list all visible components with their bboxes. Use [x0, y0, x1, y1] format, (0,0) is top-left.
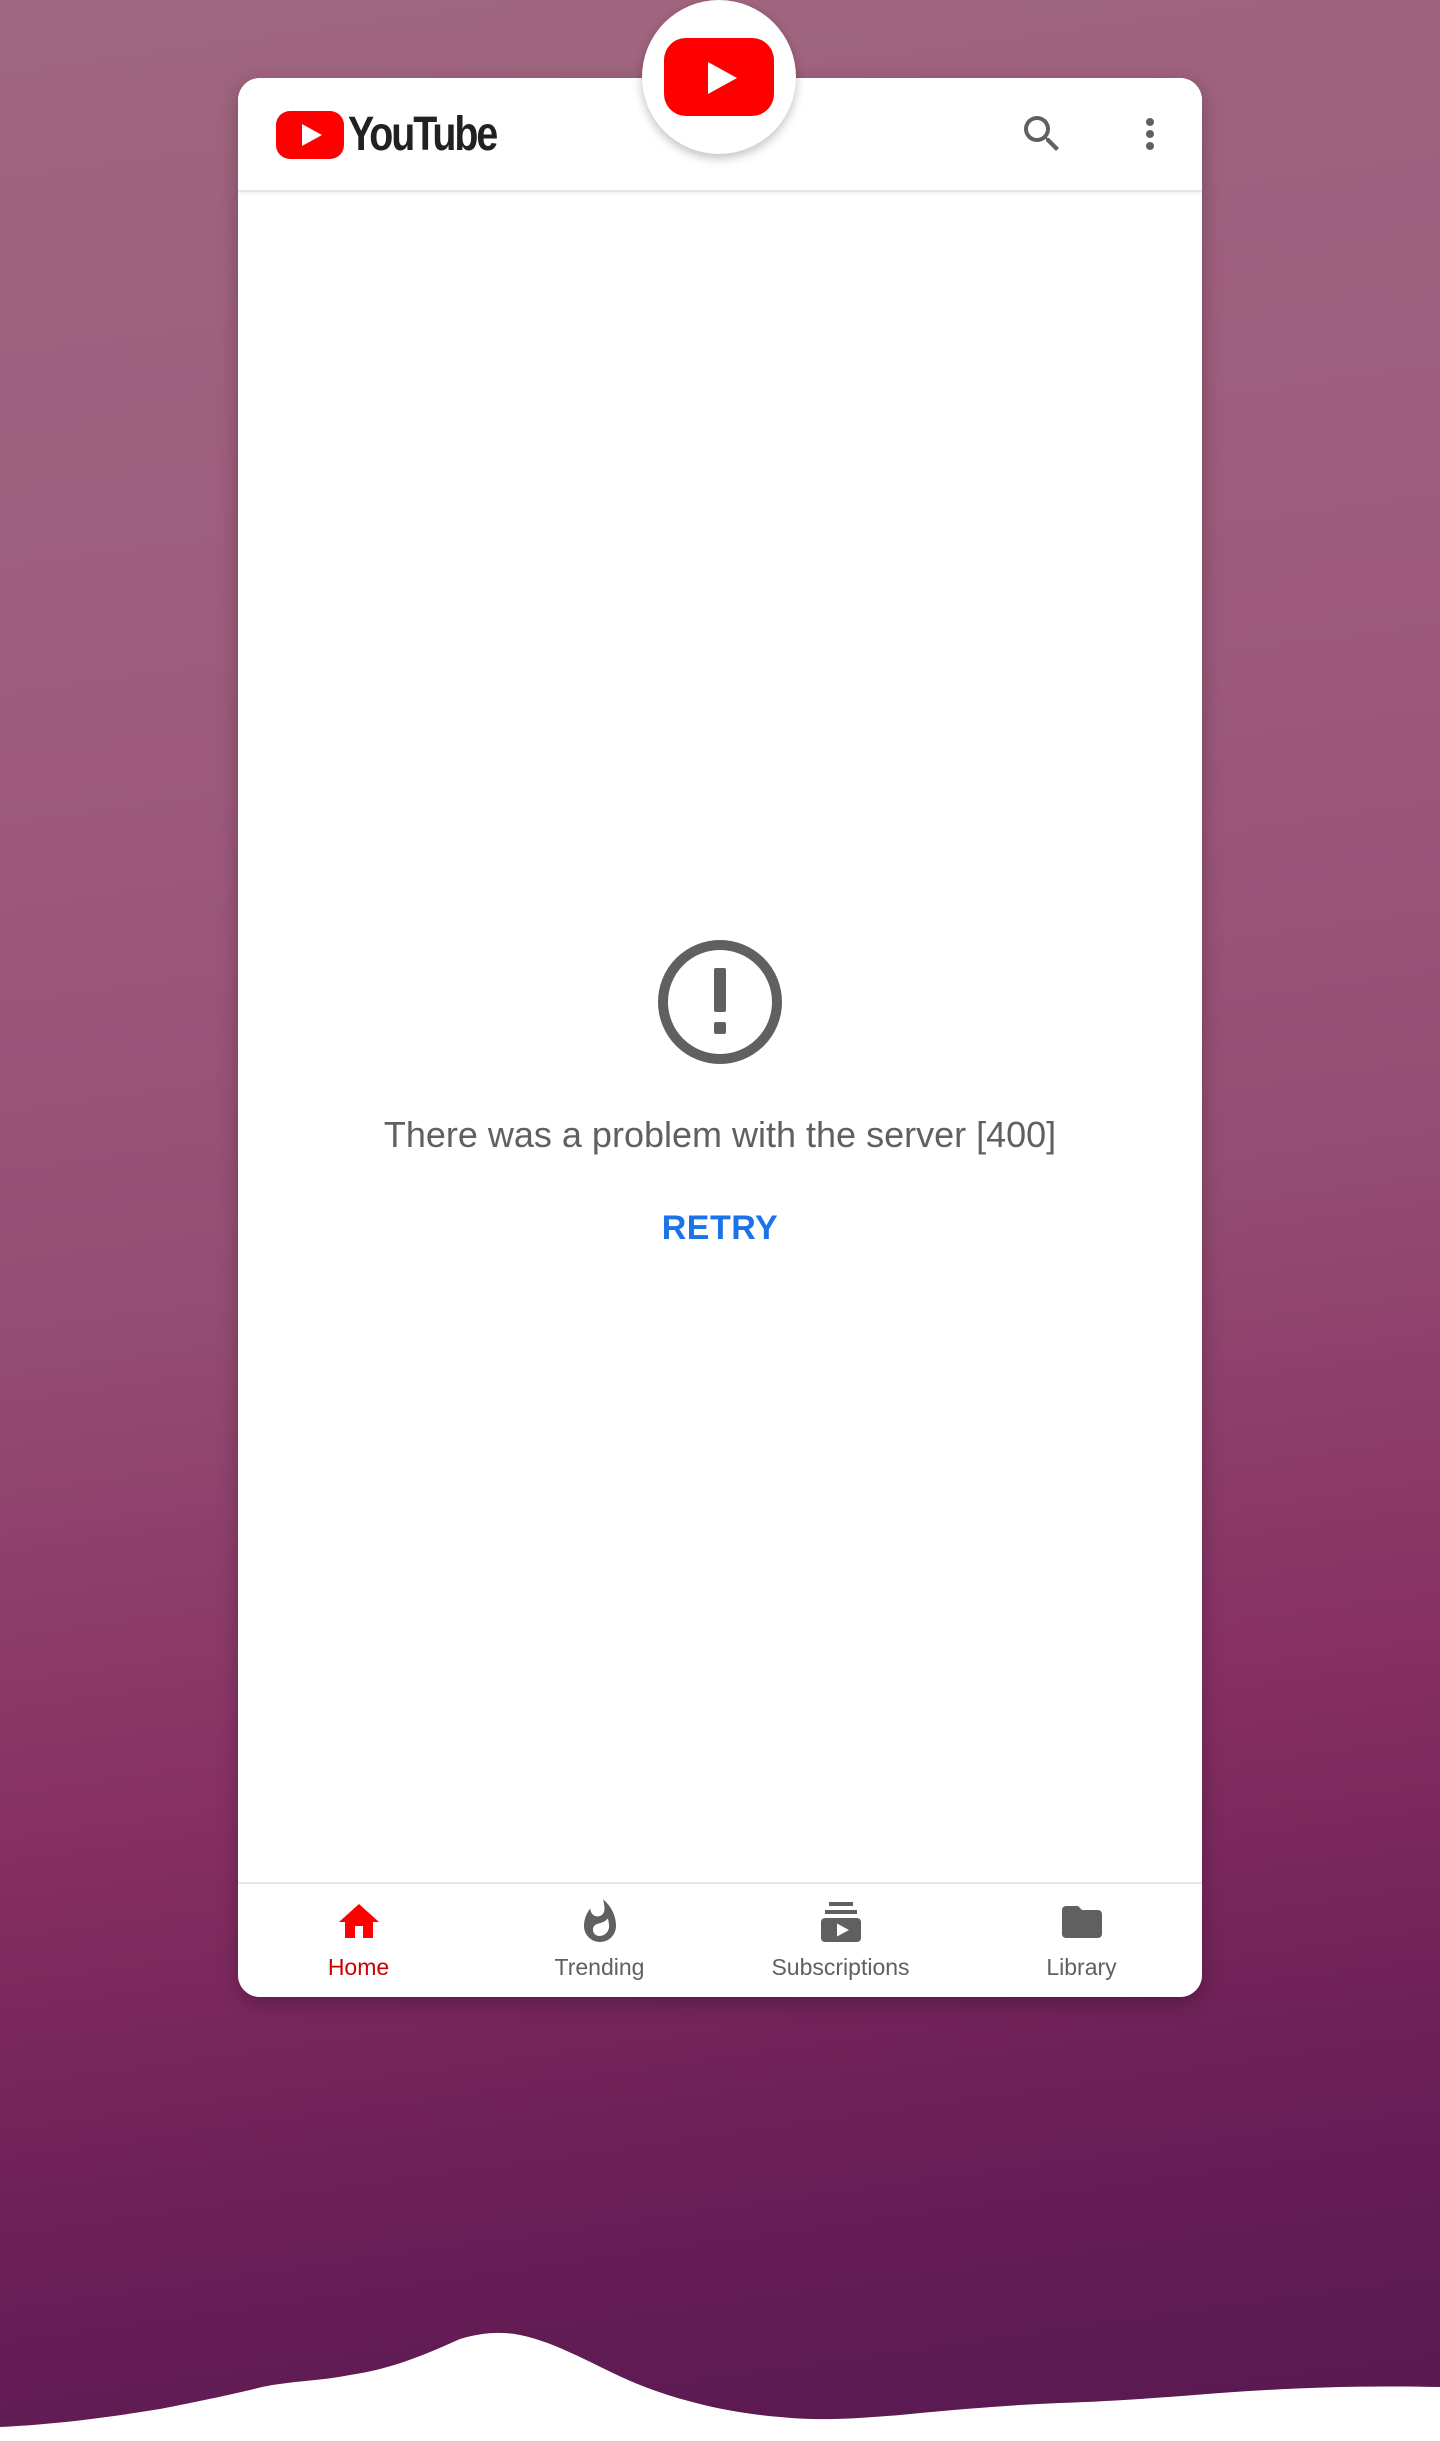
flame-icon: [583, 1899, 616, 1942]
error-message: There was a problem with the server [400…: [383, 1114, 1057, 1155]
youtube-app-icon: [664, 38, 774, 116]
nav-label-library: Library: [1046, 1954, 1117, 1980]
retry-button[interactable]: RETRY: [650, 1203, 790, 1254]
nav-item-home[interactable]: Home: [238, 1884, 479, 1997]
error-state: There was a problem with the server [400…: [238, 938, 1202, 1254]
nav-label-home: Home: [327, 1954, 390, 1980]
error-outline-icon: [658, 940, 782, 1064]
nav-item-trending[interactable]: Trending: [479, 1884, 720, 1997]
logo-text: YouTube: [348, 108, 498, 161]
nav-item-subscriptions[interactable]: Subscriptions: [720, 1884, 961, 1997]
nav-label-trending: Trending: [554, 1954, 645, 1980]
more-options-button[interactable]: [1120, 104, 1180, 164]
more-vert-icon: [1146, 118, 1154, 150]
search-button[interactable]: [1012, 104, 1072, 164]
floating-app-badge[interactable]: [642, 0, 796, 154]
bottom-navigation: Home Trending Subscriptions Library: [238, 1882, 1202, 1997]
youtube-logo[interactable]: YouTube: [276, 108, 529, 162]
nav-label-subscriptions: Subscriptions: [771, 1954, 910, 1980]
subscriptions-icon: [820, 1902, 861, 1942]
folder-icon: [1061, 1906, 1102, 1938]
search-icon: [1024, 116, 1059, 151]
nav-item-library[interactable]: Library: [961, 1884, 1202, 1997]
home-icon: [338, 1904, 379, 1938]
background-wave: [0, 2332, 1440, 2441]
youtube-play-logo-icon: [276, 111, 344, 159]
app-window: YouTube There was a problem with the ser…: [238, 78, 1202, 1997]
